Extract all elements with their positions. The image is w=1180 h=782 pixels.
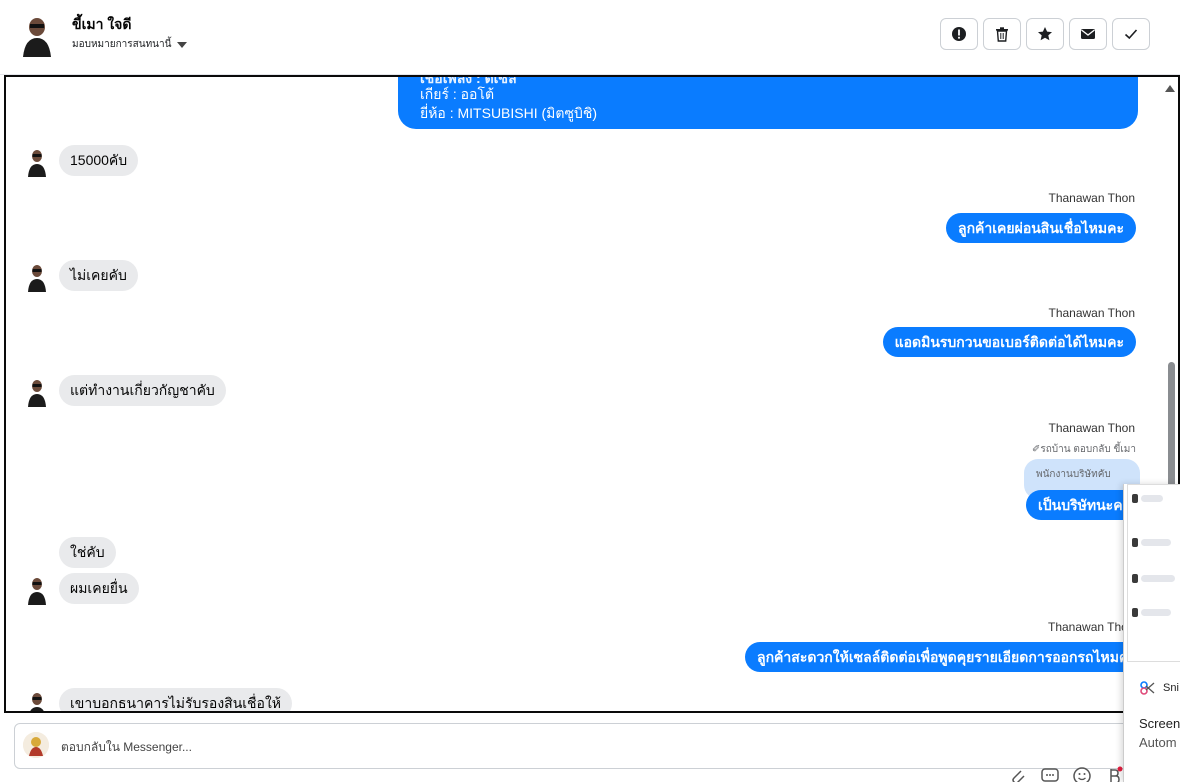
attachment-icon[interactable]	[1008, 766, 1028, 782]
card-line-fuel: เชื้อเพลิง : ดีเซล	[420, 77, 517, 85]
incoming-message: แต่ทำงานเกี่ยวกัญชาคับ	[59, 375, 226, 406]
assign-conversation-dropdown[interactable]: มอบหมายการสนทนานี้	[72, 37, 188, 52]
snipping-tool-icon	[1140, 681, 1155, 695]
notification-title: Screen	[1139, 716, 1180, 731]
sender-name: Thanawan Thon	[1048, 191, 1135, 205]
scroll-up-arrow-icon[interactable]	[1165, 85, 1175, 92]
check-icon	[1124, 29, 1138, 40]
contact-avatar-small	[30, 693, 44, 711]
mark-unread-button[interactable]	[1069, 18, 1107, 50]
saved-replies-icon[interactable]	[1040, 766, 1060, 782]
incoming-message: เขาบอกธนาคารไม่รับรองสินเชื่อให้	[59, 688, 293, 711]
message-thread[interactable]: เชื้อเพลิง : ดีเซล เกียร์ : ออโต้ ยี่ห้อ…	[4, 75, 1180, 713]
vehicle-info-message: เชื้อเพลิง : ดีเซล เกียร์ : ออโต้ ยี่ห้อ…	[398, 77, 1138, 129]
incoming-message: 15000คับ	[59, 145, 139, 176]
alert-icon	[952, 27, 966, 41]
currency-icon[interactable]	[1104, 766, 1124, 782]
composer-tools	[1008, 766, 1124, 782]
incoming-message: ใช่คับ	[59, 537, 116, 568]
reply-composer[interactable]: ตอบกลับใน Messenger...	[14, 723, 1144, 769]
trash-icon	[996, 27, 1008, 42]
delete-button[interactable]	[983, 18, 1021, 50]
snipping-tool-popup[interactable]: Sni Screen Autom	[1123, 484, 1180, 782]
thumbnail-row	[1132, 573, 1175, 583]
spam-button[interactable]	[940, 18, 978, 50]
snipping-tool-name: Sni	[1163, 682, 1179, 694]
header-actions	[940, 18, 1150, 50]
reply-context: ✐รถบ้าน ตอบกลับ ขี้เมา	[1032, 442, 1136, 457]
snipping-tool-header: Sni	[1139, 680, 1179, 696]
thumbnail-row	[1132, 607, 1171, 617]
contact-avatar-small	[28, 578, 46, 605]
sender-name: Thanawan Thon	[1048, 306, 1135, 320]
sender-name: Thanawan Thon	[1048, 421, 1135, 435]
outgoing-message: ลูกค้าสะดวกให้เซลล์ติดต่อเพื่อพูดคุยรายเ…	[745, 642, 1148, 672]
reply-context-text: รถบ้าน ตอบกลับ ขี้เมา	[1040, 444, 1136, 455]
notification-subtitle: Autom	[1139, 735, 1177, 750]
assign-label: มอบหมายการสนทนานี้	[72, 39, 172, 50]
incoming-message: ผมเคยยื่น	[59, 573, 139, 604]
thumbnail-row	[1132, 537, 1171, 547]
caret-down-icon	[177, 41, 188, 48]
contact-avatar[interactable]	[20, 14, 54, 57]
envelope-icon	[1081, 29, 1095, 39]
star-icon	[1038, 27, 1052, 41]
contact-name[interactable]: ขี้เมา ใจดี	[72, 14, 131, 36]
reply-input[interactable]: ตอบกลับใน Messenger...	[61, 738, 192, 757]
contact-avatar-small	[28, 265, 46, 292]
outgoing-message: ลูกค้าเคยผ่อนสินเชื่อไหมคะ	[945, 213, 1136, 243]
emoji-icon[interactable]	[1072, 766, 1092, 782]
conversation-header: ขี้เมา ใจดี มอบหมายการสนทนานี้	[0, 0, 1180, 75]
contact-avatar-small	[28, 380, 46, 407]
outgoing-message: แอดมินรบกวนขอเบอร์ติดต่อได้ไหมคะ	[882, 327, 1136, 357]
star-button[interactable]	[1026, 18, 1064, 50]
card-line-brand: ยี่ห้อ : MITSUBISHI (มิตซูบิชิ)	[420, 105, 598, 121]
card-line-gear: เกียร์ : ออโต้	[420, 86, 495, 102]
incoming-message: ไม่เคยคับ	[59, 260, 138, 291]
screenshot-thumbnail[interactable]	[1127, 484, 1180, 662]
done-button[interactable]	[1112, 18, 1150, 50]
page-avatar	[23, 732, 49, 758]
sender-name: Thanawan Thon	[1048, 620, 1135, 634]
contact-avatar-small	[28, 150, 46, 177]
thumbnail-row	[1132, 493, 1163, 503]
